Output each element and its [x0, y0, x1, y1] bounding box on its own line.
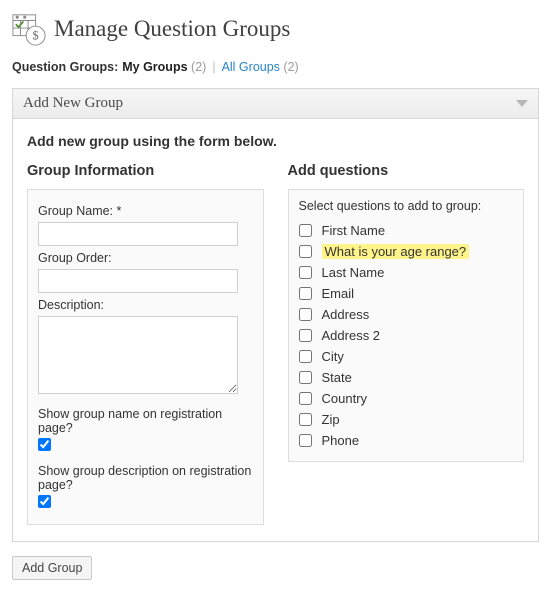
question-label: Address 2	[322, 328, 381, 343]
group-info-column: Group Information Group Name: * Group Or…	[27, 163, 264, 525]
page-header: $ Manage Question Groups	[12, 12, 539, 46]
tab-all-groups-count: (2)	[283, 60, 298, 74]
question-checkbox[interactable]	[299, 287, 312, 300]
question-checkbox[interactable]	[299, 392, 312, 405]
question-label: State	[322, 370, 352, 385]
add-group-button[interactable]: Add Group	[12, 556, 92, 580]
question-item: Address 2	[299, 325, 514, 346]
add-questions-column: Add questions Select questions to add to…	[288, 163, 525, 525]
question-label: City	[322, 349, 344, 364]
question-item: What is your age range?	[299, 241, 514, 262]
svg-text:$: $	[33, 28, 39, 42]
question-item: Email	[299, 283, 514, 304]
question-label: Phone	[322, 433, 360, 448]
question-checkbox[interactable]	[299, 266, 312, 279]
add-new-group-panel: Add New Group Add new group using the fo…	[12, 88, 539, 542]
question-item: Phone	[299, 430, 514, 451]
question-checkbox[interactable]	[299, 245, 312, 258]
tab-all-groups[interactable]: All Groups	[222, 60, 280, 74]
group-name-input[interactable]	[38, 222, 238, 246]
question-label: Zip	[322, 412, 340, 427]
question-item: Country	[299, 388, 514, 409]
group-name-label: Group Name: *	[38, 204, 253, 218]
question-checkbox[interactable]	[299, 329, 312, 342]
question-groups-tabs: Question Groups: My Groups (2) | All Gro…	[12, 60, 539, 74]
add-questions-heading: Add questions	[288, 163, 525, 179]
tabs-label: Question Groups:	[12, 60, 118, 74]
collapse-toggle-icon[interactable]	[516, 100, 528, 107]
select-questions-label: Select questions to add to group:	[299, 199, 514, 213]
question-checkbox[interactable]	[299, 350, 312, 363]
form-intro: Add new group using the form below.	[27, 133, 524, 149]
tab-my-groups[interactable]: My Groups	[122, 60, 187, 74]
description-textarea[interactable]	[38, 316, 238, 394]
question-item: Last Name	[299, 262, 514, 283]
page-title: Manage Question Groups	[54, 16, 290, 42]
question-label: Email	[322, 286, 355, 301]
question-checkbox[interactable]	[299, 413, 312, 426]
description-label: Description:	[38, 298, 253, 312]
question-label: Last Name	[322, 265, 385, 280]
calendar-money-icon: $	[12, 12, 46, 46]
question-item: State	[299, 367, 514, 388]
question-item: Address	[299, 304, 514, 325]
group-order-label: Group Order:	[38, 251, 253, 265]
question-item: City	[299, 346, 514, 367]
question-item: First Name	[299, 220, 514, 241]
panel-title: Add New Group	[23, 95, 123, 112]
questions-list: First Name What is your age range? Last Na…	[299, 220, 514, 451]
show-group-name-label: Show group name on registration page?	[38, 407, 253, 435]
group-order-input[interactable]	[38, 269, 238, 293]
show-group-name-checkbox[interactable]	[38, 438, 51, 451]
question-item: Zip	[299, 409, 514, 430]
panel-header: Add New Group	[13, 89, 538, 119]
question-label: Country	[322, 391, 368, 406]
show-group-desc-label: Show group description on registration p…	[38, 464, 253, 492]
question-label: Address	[322, 307, 370, 322]
question-checkbox[interactable]	[299, 308, 312, 321]
question-checkbox[interactable]	[299, 224, 312, 237]
question-checkbox[interactable]	[299, 371, 312, 384]
tabs-separator: |	[212, 60, 215, 74]
tab-my-groups-count: (2)	[191, 60, 206, 74]
question-checkbox[interactable]	[299, 434, 312, 447]
group-info-heading: Group Information	[27, 163, 264, 179]
show-group-desc-checkbox[interactable]	[38, 495, 51, 508]
question-label: First Name	[322, 223, 386, 238]
question-label: What is your age range?	[322, 244, 470, 259]
